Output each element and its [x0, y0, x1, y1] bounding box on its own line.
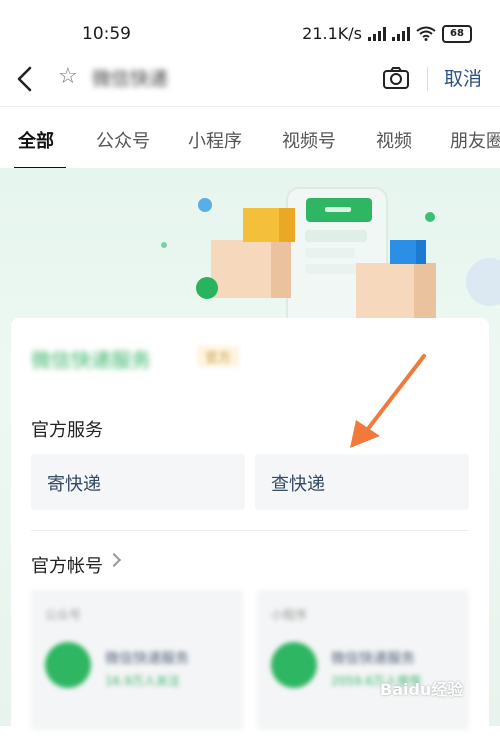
section-divider — [31, 530, 469, 531]
back-arrow-icon[interactable] — [14, 65, 36, 93]
annotation-arrow-icon — [350, 354, 426, 448]
tab-moments[interactable]: 朋友圈 — [450, 127, 500, 153]
battery-icon: 68 — [442, 24, 472, 43]
wifi-icon — [416, 26, 436, 41]
watermark: Baidu经验 — [380, 680, 464, 699]
star-icon[interactable]: ☆ — [58, 64, 78, 89]
official-tag: 官方 — [197, 346, 240, 367]
account-kind: 小程序 — [271, 608, 308, 622]
tab-mini-programs[interactable]: 小程序 — [188, 127, 242, 153]
signal-icon-2 — [392, 26, 410, 41]
mini-program-logo-icon — [271, 642, 317, 688]
account-name: 微信快递服务 — [105, 651, 189, 667]
official-account-item[interactable]: 公众号 微信快递服务 16.9万人关注 — [31, 590, 243, 730]
signal-icon — [368, 26, 386, 41]
mini-program-item[interactable]: 小程序 微信快递服务 2059.6万人使用 — [257, 590, 469, 730]
search-header: ☆ 微信快递 取消 — [0, 52, 500, 106]
cancel-button[interactable]: 取消 — [444, 64, 482, 91]
status-icons: 21.1K/s 68 — [302, 24, 472, 43]
track-express-button[interactable]: 查快递 — [255, 454, 469, 510]
service-title[interactable]: 微信快递服务 — [31, 344, 151, 373]
track-express-label: 查快递 — [271, 474, 325, 495]
status-time: 10:59 — [82, 24, 131, 44]
camera-icon[interactable] — [382, 66, 410, 90]
delivery-illustration — [161, 187, 500, 349]
send-express-button[interactable]: 寄快递 — [31, 454, 245, 510]
account-kind: 公众号 — [45, 608, 82, 622]
header-divider — [427, 67, 428, 91]
search-query[interactable]: 微信快递 — [92, 64, 168, 91]
network-speed: 21.1K/s — [302, 24, 362, 43]
tab-official-accounts[interactable]: 公众号 — [96, 127, 150, 153]
send-express-label: 寄快递 — [47, 474, 101, 495]
official-accounts-label[interactable]: 官方帐号 — [31, 552, 103, 578]
account-name: 微信快递服务 — [331, 651, 415, 667]
official-services-label: 官方服务 — [31, 420, 103, 441]
account-logo-icon — [45, 642, 91, 688]
tab-all[interactable]: 全部 — [18, 127, 54, 153]
search-tabs: 全部 公众号 小程序 视频号 视频 朋友圈 — [0, 106, 500, 170]
tab-videos[interactable]: 视频 — [376, 127, 412, 153]
status-bar: 10:59 21.1K/s 68 — [0, 0, 500, 52]
account-followers: 16.9万人关注 — [105, 674, 180, 688]
tab-channels[interactable]: 视频号 — [282, 127, 336, 153]
chevron-right-icon[interactable] — [106, 552, 122, 568]
